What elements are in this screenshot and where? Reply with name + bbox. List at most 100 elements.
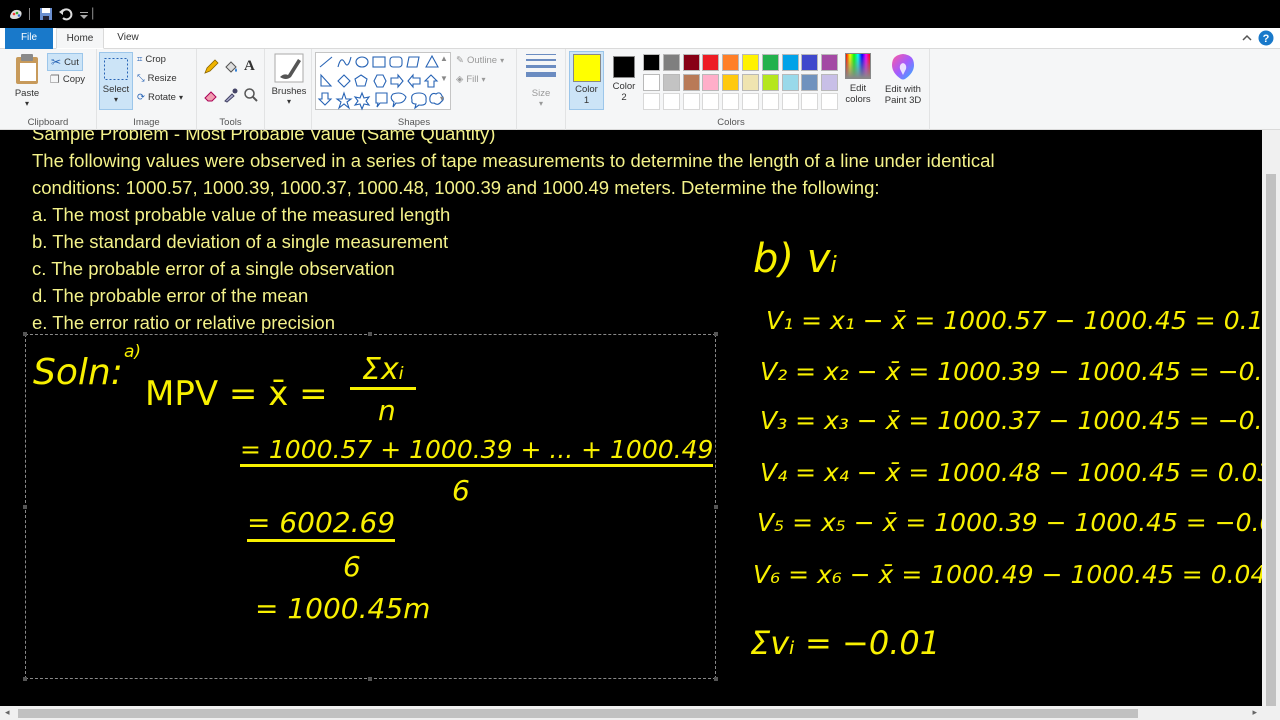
custom-color-slot[interactable] <box>742 93 759 110</box>
color-picker-icon[interactable] <box>223 87 239 103</box>
custom-color-slot[interactable] <box>702 93 720 110</box>
handwritten-mpv-result: = 1000.45m <box>255 592 431 625</box>
custom-color-slot[interactable] <box>682 93 700 110</box>
resize-handle[interactable] <box>368 677 372 681</box>
chevron-down-icon: ▾ <box>178 93 183 102</box>
chevron-down-icon: ▾ <box>500 56 505 65</box>
palette-color-swatch[interactable] <box>761 54 779 71</box>
undo-icon[interactable] <box>58 6 74 22</box>
paint-app-icon[interactable] <box>8 6 24 22</box>
resize-button[interactable]: ⤡ Resize <box>137 73 177 84</box>
handwritten-sum-v: Σvᵢ = −0.01 <box>750 624 941 662</box>
custom-color-slot[interactable] <box>662 93 680 110</box>
palette-color-swatch[interactable] <box>821 54 839 71</box>
problem-title: Sample Problem - Most Probable Value (Sa… <box>32 130 496 144</box>
resize-handle[interactable] <box>368 332 372 336</box>
resize-handle[interactable] <box>714 332 718 336</box>
palette-color-swatch[interactable] <box>801 73 819 91</box>
handwritten-v5: V₅ = x₅ − x̄ = 1000.39 − 1000.45 = −0.06 <box>757 508 1262 537</box>
edit-with-paint3d-button[interactable]: Edit with Paint 3D <box>879 53 927 106</box>
help-icon[interactable]: ? <box>1258 30 1274 46</box>
paste-icon <box>16 54 38 84</box>
palette-color-swatch[interactable] <box>662 73 680 91</box>
custom-color-slot[interactable] <box>801 93 819 110</box>
resize-handle[interactable] <box>714 677 718 681</box>
palette-color-swatch[interactable] <box>702 54 720 71</box>
problem-line-1: The following values were observed in a … <box>32 150 995 171</box>
fill-bucket-icon[interactable] <box>223 59 239 75</box>
cut-button[interactable]: ✂ Cut <box>47 53 83 71</box>
problem-item-d: d. The probable error of the mean <box>32 285 309 306</box>
palette-color-swatch[interactable] <box>682 73 700 91</box>
horizontal-scrollbar[interactable]: ◂ ▸ <box>0 706 1262 720</box>
palette-color-swatch[interactable] <box>781 54 799 71</box>
palette-color-swatch[interactable] <box>742 73 759 91</box>
horizontal-scroll-thumb[interactable] <box>18 709 1138 718</box>
custom-color-slot[interactable] <box>643 93 660 110</box>
palette-color-swatch[interactable] <box>821 73 839 91</box>
outline-button[interactable]: ✎ Outline ▾ <box>456 55 504 66</box>
rotate-button[interactable]: ⟳ Rotate ▾ <box>137 92 183 103</box>
fill-button[interactable]: ◈ Fill ▾ <box>456 74 485 85</box>
shapes-scroll-down-icon[interactable]: ▼ <box>440 74 448 83</box>
svg-text:?: ? <box>1263 33 1270 45</box>
crop-button[interactable]: ⌗ Crop <box>137 54 166 65</box>
text-tool-icon[interactable]: A <box>244 58 255 75</box>
palette-color-swatch[interactable] <box>722 54 740 71</box>
palette-color-swatch[interactable] <box>781 73 799 91</box>
vertical-scroll-thumb[interactable] <box>1266 174 1276 709</box>
shapes-scroll-up-icon[interactable]: ▲ <box>440 54 448 63</box>
clipboard-group-label: Clipboard <box>27 117 69 128</box>
save-icon[interactable] <box>38 6 54 22</box>
edit-colors-button[interactable]: Edit colors <box>839 53 877 105</box>
problem-item-e: e. The error ratio or relative precision <box>32 312 335 333</box>
color1-button[interactable]: Color 1 <box>569 51 604 110</box>
custom-color-slot[interactable] <box>781 93 799 110</box>
custom-color-slot[interactable] <box>821 93 839 110</box>
shapes-more-icon[interactable]: ▾ <box>440 94 444 103</box>
select-button[interactable]: Select ▾ <box>99 52 133 110</box>
resize-handle[interactable] <box>23 677 27 681</box>
paste-button[interactable]: Paste ▾ <box>10 53 44 108</box>
crop-icon: ⌗ <box>137 54 143 65</box>
brushes-button[interactable]: Brushes ▾ <box>271 53 307 106</box>
ribbon-tabs: File Home View ? <box>0 28 1280 49</box>
palette-color-swatch[interactable] <box>742 54 759 71</box>
copy-button[interactable]: ❐ Copy <box>50 73 85 86</box>
color1-number: 1 <box>583 95 590 106</box>
shapes-group: ▲ ▼ ▾ ✎ Outline ▾ ◈ Fill ▾ Shapes <box>312 49 517 130</box>
palette-color-swatch[interactable] <box>702 73 720 91</box>
custom-color-slot[interactable] <box>761 93 779 110</box>
eraser-icon[interactable] <box>203 87 219 103</box>
pencil-icon[interactable] <box>203 59 219 75</box>
scroll-right-icon[interactable]: ▸ <box>1252 707 1257 718</box>
palette-color-swatch[interactable] <box>761 73 779 91</box>
shapes-gallery[interactable] <box>315 52 451 111</box>
collapse-ribbon-icon[interactable] <box>1240 31 1254 45</box>
tab-file[interactable]: File <box>5 28 53 49</box>
palette-color-swatch[interactable] <box>643 54 660 71</box>
scrollbar-corner <box>1262 706 1280 720</box>
tab-home[interactable]: Home <box>56 28 104 49</box>
drawing-canvas[interactable]: Sample Problem - Most Probable Value (Sa… <box>0 130 1262 706</box>
handwritten-sum-expression: = 1000.57 + 1000.39 + ... + 1000.49 <box>240 435 714 467</box>
qat-separator: | <box>91 5 95 20</box>
custom-color-slot[interactable] <box>722 93 740 110</box>
palette-color-swatch[interactable] <box>643 73 660 91</box>
magnifier-icon[interactable] <box>243 87 259 103</box>
select-rectangle-icon <box>104 58 128 80</box>
resize-handle[interactable] <box>714 505 718 509</box>
palette-color-swatch[interactable] <box>722 73 740 91</box>
resize-handle[interactable] <box>23 505 27 509</box>
tab-view[interactable]: View <box>108 28 148 49</box>
palette-color-swatch[interactable] <box>801 54 819 71</box>
color2-button[interactable]: Color 2 <box>608 51 640 110</box>
customize-quick-access-icon[interactable] <box>76 6 92 22</box>
size-button[interactable]: Size ▾ <box>521 53 561 108</box>
scroll-left-icon[interactable]: ◂ <box>5 707 10 718</box>
palette-color-swatch[interactable] <box>662 54 680 71</box>
vertical-scrollbar[interactable] <box>1262 130 1280 709</box>
problem-line-2: conditions: 1000.57, 1000.39, 1000.37, 1… <box>32 177 880 198</box>
palette-color-swatch[interactable] <box>682 54 700 71</box>
resize-handle[interactable] <box>23 332 27 336</box>
